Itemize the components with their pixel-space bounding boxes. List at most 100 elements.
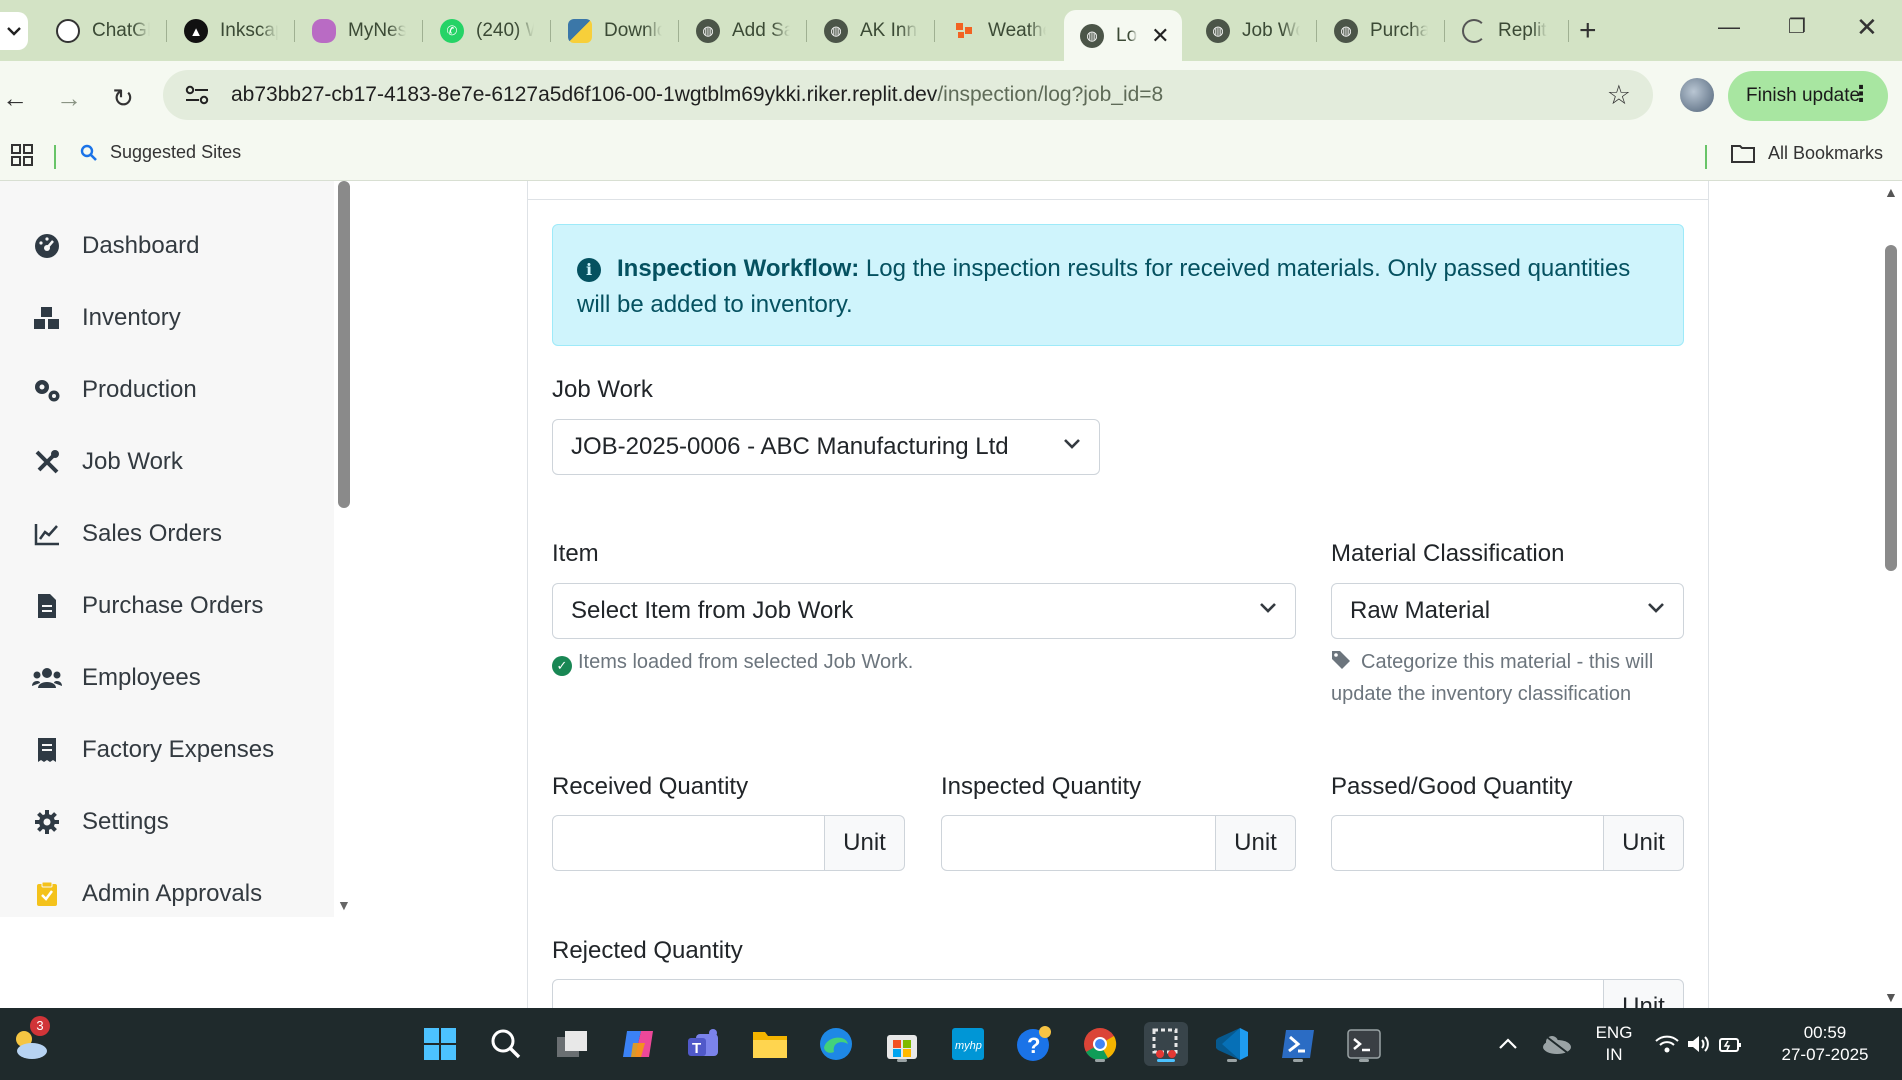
- powershell-button[interactable]: [1276, 1022, 1320, 1066]
- start-button[interactable]: [418, 1022, 462, 1066]
- tab-log-inspection-active[interactable]: ◍ Lo ✕: [1064, 10, 1182, 61]
- onedrive-button[interactable]: [1534, 1022, 1578, 1066]
- tab-job-work[interactable]: ◍ Job Wo: [1190, 10, 1310, 52]
- globe-icon: ◍: [1334, 19, 1358, 43]
- folder-icon: [1731, 145, 1755, 163]
- myhp-icon: myhp: [952, 1028, 984, 1060]
- tab-inkscape[interactable]: ▲ Inkscap: [168, 10, 288, 52]
- vscode-button[interactable]: [1210, 1022, 1254, 1066]
- passed-quantity-input[interactable]: [1331, 815, 1604, 871]
- finish-update-button[interactable]: Finish update ⋮: [1728, 71, 1888, 121]
- reload-button[interactable]: ↻: [108, 83, 138, 114]
- tab-chatgpt[interactable]: ChatGP: [40, 10, 160, 52]
- task-view-button[interactable]: [550, 1022, 594, 1066]
- users-icon: [30, 661, 64, 695]
- job-work-select[interactable]: JOB-2025-0006 - ABC Manufacturing Ltd: [552, 419, 1100, 475]
- tab-ak-innovations[interactable]: ◍ AK Inno: [808, 10, 928, 52]
- inspected-quantity-input[interactable]: [941, 815, 1216, 871]
- sidebar-item-job-work[interactable]: Job Work: [30, 442, 183, 482]
- sidebar-item-employees[interactable]: Employees: [30, 658, 201, 698]
- show-hidden-icons-button[interactable]: [1486, 1022, 1530, 1066]
- bookmarks-bar: Suggested Sites All Bookmarks: [0, 133, 1902, 181]
- windows-taskbar: 3 T myhp ? ENG IN 00:59 27-07-2025: [0, 1008, 1902, 1080]
- sidebar-item-sales-orders[interactable]: Sales Orders: [30, 514, 222, 554]
- back-button[interactable]: ←: [0, 83, 30, 114]
- received-quantity-input[interactable]: [552, 815, 825, 871]
- sidebar-item-admin-approvals[interactable]: Admin Approvals: [30, 874, 262, 914]
- all-bookmarks-button[interactable]: All Bookmarks: [1730, 142, 1883, 164]
- cloud-offline-icon: [1542, 1033, 1571, 1055]
- material-classification-label: Material Classification: [1331, 540, 1565, 567]
- sidebar-item-dashboard[interactable]: Dashboard: [30, 226, 199, 266]
- tab-replit[interactable]: Replit: [1446, 10, 1566, 52]
- weather-badge: 3: [30, 1016, 50, 1036]
- snipping-tool-button[interactable]: [1144, 1022, 1188, 1066]
- teams-button[interactable]: T: [682, 1022, 726, 1066]
- tab-weather[interactable]: Weathe: [936, 10, 1056, 52]
- clock[interactable]: 00:59 27-07-2025: [1770, 1022, 1880, 1066]
- close-window-button[interactable]: ✕: [1856, 12, 1878, 43]
- search-button[interactable]: [484, 1022, 528, 1066]
- chrome-icon: [1084, 1028, 1117, 1061]
- material-classification-select[interactable]: Raw Material: [1331, 583, 1684, 639]
- terminal-icon: [1347, 1029, 1381, 1059]
- scroll-down-arrow[interactable]: ▼: [1884, 989, 1898, 1005]
- bookmark-star-icon[interactable]: ☆: [1607, 80, 1631, 111]
- tab-purchase[interactable]: ◍ Purcha: [1318, 10, 1438, 52]
- more-menu-icon[interactable]: ⋮: [1850, 81, 1872, 107]
- sidebar-item-factory-expenses[interactable]: Factory Expenses: [30, 730, 274, 770]
- quick-settings-button[interactable]: [1648, 1022, 1748, 1066]
- gear-icon: [30, 805, 64, 839]
- sidebar-scroll-down-arrow[interactable]: ▼: [337, 897, 351, 913]
- tab-whatsapp[interactable]: ✆ (240) W: [424, 10, 544, 52]
- inventory-icon: [30, 301, 64, 335]
- forward-button[interactable]: →: [54, 83, 84, 114]
- inspection-workflow-alert: i Inspection Workflow: Log the inspection…: [552, 224, 1684, 346]
- help-button[interactable]: ?: [1012, 1022, 1056, 1066]
- passed-unit-addon: Unit: [1604, 815, 1684, 871]
- copilot-button[interactable]: [616, 1022, 660, 1066]
- inspected-unit-addon: Unit: [1216, 815, 1296, 871]
- wifi-icon: [1655, 1035, 1679, 1053]
- sidebar-item-purchase-orders[interactable]: Purchase Orders: [30, 586, 263, 626]
- sidebar-scrollbar[interactable]: [338, 181, 350, 508]
- svg-text:?: ?: [1027, 1033, 1040, 1058]
- new-tab-button[interactable]: +: [1579, 14, 1597, 48]
- site-info-icon[interactable]: [173, 78, 221, 112]
- chrome-button[interactable]: [1078, 1022, 1122, 1066]
- minimize-button[interactable]: —: [1718, 14, 1740, 40]
- profile-avatar[interactable]: [1680, 78, 1714, 112]
- address-bar[interactable]: ab73bb27-cb17-4183-8e7e-6127a5d6f106-00-…: [163, 70, 1653, 120]
- tab-download[interactable]: Downlo: [552, 10, 672, 52]
- weather-widget[interactable]: 3: [8, 1016, 52, 1066]
- tab-add-sales[interactable]: ◍ Add Sa: [680, 10, 800, 52]
- chevron-down-icon: [7, 27, 21, 36]
- folder-icon: [753, 1032, 787, 1058]
- suggested-sites-bookmark[interactable]: Suggested Sites: [80, 142, 241, 163]
- dashboard-icon: [30, 229, 64, 263]
- tab-mynest[interactable]: MyNes: [296, 10, 416, 52]
- input-language[interactable]: ENG IN: [1592, 1022, 1636, 1066]
- snipping-tool-icon: [1152, 1028, 1178, 1058]
- inspected-quantity-group: Unit: [941, 815, 1296, 871]
- tab-search-button[interactable]: [0, 12, 28, 50]
- check-circle-icon: ✓: [552, 656, 572, 676]
- microsoft-store-button[interactable]: [880, 1022, 924, 1066]
- sidebar-item-settings[interactable]: Settings: [30, 802, 169, 842]
- terminal-button[interactable]: [1342, 1022, 1386, 1066]
- item-select[interactable]: Select Item from Job Work: [552, 583, 1296, 639]
- windows-logo-icon: [424, 1028, 456, 1060]
- close-tab-icon[interactable]: ✕: [1151, 23, 1169, 49]
- screen: ChatGP ▲ Inkscap MyNes ✆ (240) W Downlo …: [0, 0, 1902, 1080]
- sidebar-item-production[interactable]: Production: [30, 370, 197, 410]
- teams-icon: T: [688, 1029, 718, 1057]
- edge-button[interactable]: [814, 1022, 858, 1066]
- sidebar-item-inventory[interactable]: Inventory: [30, 298, 181, 338]
- copilot-icon: [623, 1031, 653, 1057]
- file-explorer-button[interactable]: [748, 1022, 792, 1066]
- apps-grid-icon[interactable]: [10, 143, 34, 172]
- myhp-button[interactable]: myhp: [946, 1022, 990, 1066]
- scroll-up-arrow[interactable]: ▲: [1884, 184, 1898, 200]
- page-scrollbar-thumb[interactable]: [1885, 245, 1897, 571]
- restore-button[interactable]: ❐: [1788, 14, 1806, 39]
